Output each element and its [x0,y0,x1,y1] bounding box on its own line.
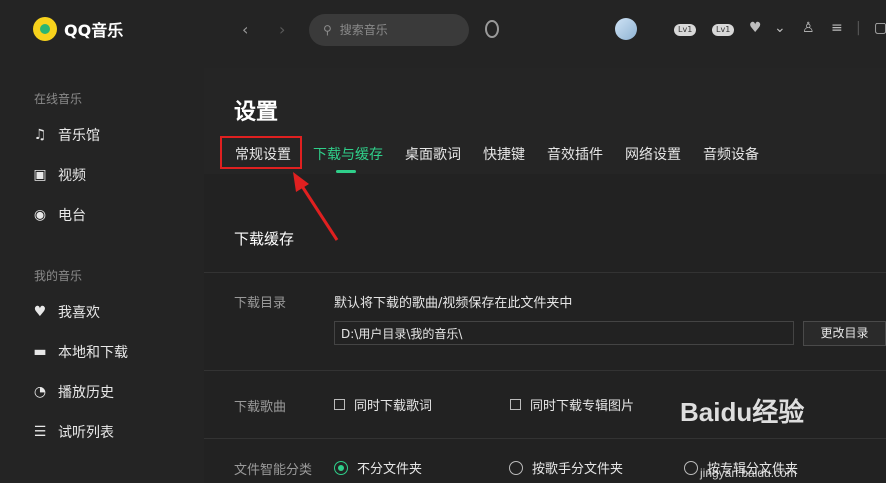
app-name: QQ音乐 [64,21,124,40]
video-icon: ▣ [33,167,47,183]
download-path-field[interactable] [334,321,794,345]
sidebar-item-favorites[interactable]: ♥ 我喜欢 [32,302,100,322]
sidebar-item-label: 视频 [58,168,86,184]
radio-dot [334,460,348,475]
download-dir-label: 下载目录 [234,296,287,311]
separator: | [856,20,861,36]
tab-audio-device[interactable]: 音频设备 [703,144,759,164]
watermark-url: jingyan.baidu.com [700,466,797,480]
radio-label: 按歌手分文件夹 [532,462,624,477]
radio-label: 不分文件夹 [357,462,423,477]
mini-mode-icon[interactable]: ▢ [874,20,886,36]
annotation-highlight-box [220,136,302,169]
baidu-watermark: Baidu经验 [680,392,804,429]
watermark-text: Baidu经验 [680,397,805,427]
back-arrow-icon[interactable]: ‹ [242,20,248,39]
sidebar-item-label: 我喜欢 [58,305,100,321]
divider [204,272,886,273]
green-diamond-level-badge[interactable]: Lv1 [712,24,735,36]
listen-recognize-icon[interactable] [485,20,499,38]
radio-dot [684,460,698,475]
radio-by-artist[interactable]: 按歌手分文件夹 [509,458,623,477]
tab-sound-plugins[interactable]: 音效插件 [547,144,603,164]
vip-icon[interactable]: ♥ [749,20,762,36]
clock-icon: ◔ [33,384,47,400]
active-tab-indicator [336,170,356,173]
forward-arrow-icon[interactable]: › [279,20,285,39]
download-album-art-checkbox[interactable]: 同时下载专辑图片 [510,395,634,414]
smart-sort-label: 文件智能分类 [234,463,313,478]
playlist-icon: ☰ [33,424,47,440]
sidebar-section-online: 在线音乐 [34,92,83,106]
sidebar-item-label: 试听列表 [58,425,114,441]
tab-download-cache[interactable]: 下载与缓存 [313,144,383,164]
tab-network[interactable]: 网络设置 [625,144,681,164]
chevron-down-icon[interactable]: ⌄ [774,20,786,36]
download-dir-desc: 默认将下载的歌曲/视频保存在此文件夹中 [334,296,573,311]
sidebar-item-local-download[interactable]: ▬ 本地和下载 [32,342,128,362]
radio-icon: ◉ [33,207,47,223]
checkbox-box [510,399,521,410]
sidebar: QQ音乐 在线音乐 ♫ 音乐馆 ▣ 视频 ◉ 电台 我的音乐 ♥ 我喜欢 ▬ 本… [0,0,204,483]
sidebar-item-label: 电台 [58,208,86,224]
qq-music-logo-icon [33,17,57,41]
heart-icon: ♥ [33,304,47,320]
vip-level-badge[interactable]: Lv1 [674,24,697,36]
sidebar-item-playlist[interactable]: ☰ 试听列表 [32,422,114,442]
search-icon: ⚲ [323,23,332,37]
download-lyrics-checkbox[interactable]: 同时下载歌词 [334,395,432,414]
page-title: 设置 [234,100,279,125]
sidebar-item-history[interactable]: ◔ 播放历史 [32,382,114,402]
music-note-icon: ♫ [33,127,47,143]
change-directory-button[interactable]: 更改目录 [803,321,886,346]
search-box[interactable]: ⚲ [309,14,469,46]
user-avatar[interactable] [615,18,637,40]
skin-icon[interactable]: ♙ [802,20,815,36]
radio-dot [509,460,523,475]
download-song-label: 下载歌曲 [234,400,287,415]
radio-no-folder[interactable]: 不分文件夹 [334,458,422,477]
sidebar-item-label: 本地和下载 [58,345,128,361]
checkbox-label: 同时下载歌词 [354,399,433,414]
sidebar-item-label: 音乐馆 [58,128,100,144]
divider [204,370,886,371]
sidebar-item-radio[interactable]: ◉ 电台 [32,205,86,225]
search-input[interactable] [337,22,452,38]
checkbox-label: 同时下载专辑图片 [530,399,635,414]
section-title: 下载缓存 [234,230,295,248]
sidebar-section-my: 我的音乐 [34,269,83,283]
settings-header [204,68,886,174]
tab-shortcuts[interactable]: 快捷键 [483,144,525,164]
tab-desktop-lyrics[interactable]: 桌面歌词 [405,144,461,164]
sidebar-item-label: 播放历史 [58,385,114,401]
app-logo[interactable]: QQ音乐 [33,17,123,41]
checkbox-box [334,399,345,410]
sidebar-item-music-hall[interactable]: ♫ 音乐馆 [32,125,100,145]
divider [204,438,886,439]
sidebar-item-video[interactable]: ▣ 视频 [32,165,86,185]
menu-icon[interactable]: ≡ [831,20,843,36]
top-bar: ‹ › ⚲ Lv1 Lv1 ♥ ⌄ ♙ ≡ | ▢ [204,0,886,68]
monitor-icon: ▬ [33,344,47,360]
